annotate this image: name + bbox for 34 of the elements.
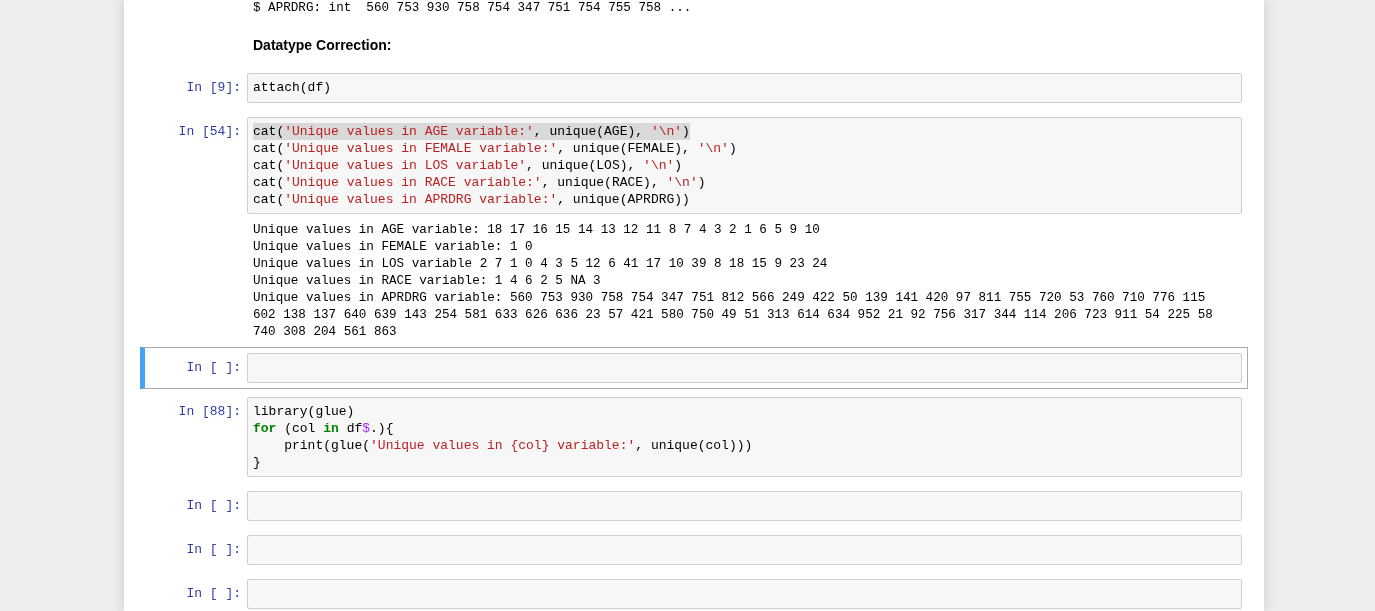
code-line: attach(df) [253, 79, 331, 96]
notebook-cell[interactable]: In [9]: attach(df) [140, 67, 1248, 109]
notebook-cell[interactable]: In [ ]: [140, 573, 1248, 611]
input-prompt: In [ ]: [186, 359, 241, 376]
input-prompt: In [54]: [178, 123, 241, 140]
output-line: 602 138 137 640 639 143 254 581 633 626 636 23 57 421 580 750 49 51 313 614 634 952 21 92 756 317 344 114 206 723 911 54 225 58 [253, 307, 1213, 324]
notebook-cell[interactable]: In [ ]: [140, 485, 1248, 527]
code-line: library(glue) [253, 403, 355, 420]
code-editor[interactable]: library(glue) for (col in df$.){ print(glue('Unique values in {col} variable:', unique(col))) } [247, 397, 1242, 477]
input-prompt: In [ ]: [186, 585, 241, 602]
notebook-cell[interactable]: In [88]: library(glue) for (col in df$.){ print(glue('Unique values in {col} variable:', unique(col))) } [140, 391, 1248, 483]
section-heading: Datatype Correction: [253, 37, 392, 53]
input-prompt: In [88]: [178, 403, 241, 420]
notebook-cell[interactable]: In [ ]: [140, 347, 1248, 389]
code-line: } [253, 454, 261, 471]
code-line: cat('Unique values in APRDRG variable:', unique(APRDRG)) [253, 191, 690, 208]
output-line: Unique values in RACE variable: 1 4 6 2 5 NA 3 [253, 273, 601, 290]
code-editor[interactable]: attach(df) [247, 73, 1242, 103]
output-line: Unique values in LOS variable 2 7 1 0 4 3 5 12 6 41 17 10 39 8 18 15 9 23 24 [253, 256, 828, 273]
output-line: Unique values in FEMALE variable: 1 0 [253, 239, 533, 256]
input-prompt: In [ ]: [186, 541, 241, 558]
notebook-cell[interactable]: In [ ]: [140, 529, 1248, 571]
output-line: Unique values in AGE variable: 18 17 16 15 14 13 12 11 8 7 4 3 2 1 6 5 9 10 [253, 222, 820, 239]
output-line: 740 308 204 561 863 [253, 324, 397, 341]
code-line: for (col in df$.){ [253, 420, 394, 437]
output-line: $ APRDRG: int 560 753 930 758 754 347 751 754 755 758 ... [253, 0, 692, 17]
input-prompt: In [9]: [186, 79, 241, 96]
code-line: cat('Unique values in LOS variable', unique(LOS), '\n') [253, 157, 683, 174]
output-line: Unique values in APRDRG variable: 560 753 930 758 754 347 751 812 566 249 422 50 139 141 420 97 811 755 720 53 760 710 776 115 [253, 290, 1206, 307]
code-line: print(glue('Unique values in {col} variable:', unique(col))) [283, 437, 753, 454]
code-line: cat('Unique values in FEMALE variable:', unique(FEMALE), '\n') [253, 140, 737, 157]
code-line: cat('Unique values in RACE variable:', unique(RACE), '\n') [253, 174, 706, 191]
input-prompt: In [ ]: [186, 497, 241, 514]
code-editor[interactable] [247, 117, 1242, 214]
